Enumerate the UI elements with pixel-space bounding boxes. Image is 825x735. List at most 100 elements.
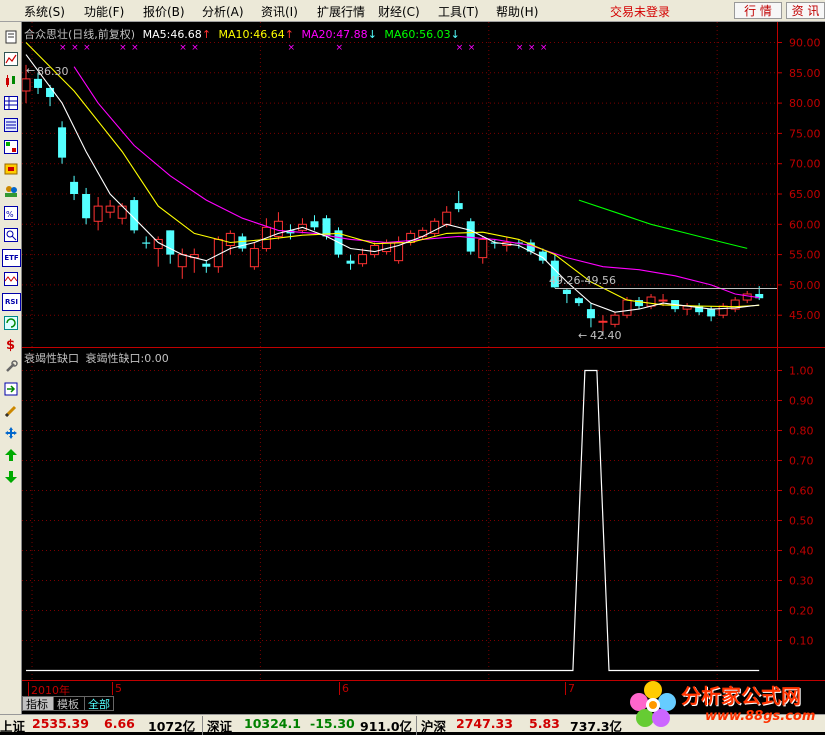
signal-cross-mark: ×	[119, 43, 127, 53]
logo-title: 分析家公式网	[681, 684, 801, 708]
candle-up	[442, 211, 452, 225]
trade-login-status[interactable]: 交易未登录	[610, 3, 670, 20]
candle-up	[358, 254, 368, 265]
ma60-value: MA60:56.03	[384, 28, 451, 41]
hs-index-change: 5.83	[529, 716, 560, 731]
logo-url: www.88gs.com	[705, 709, 816, 724]
candle-up	[598, 320, 608, 323]
hs-index-amount: 737.3亿	[570, 719, 623, 734]
signal-cross-mark: ×	[456, 43, 464, 53]
wave-icon[interactable]	[2, 271, 19, 287]
ma5-arrow-up-icon: ↑	[201, 28, 212, 41]
candle-down	[82, 194, 91, 219]
menu-help[interactable]: 帮助(H)	[496, 3, 538, 20]
left-toolbar: % ETF RSI $	[0, 22, 22, 714]
grid-icon[interactable]	[2, 139, 19, 155]
month-label: 6	[339, 682, 349, 695]
tab-indicator[interactable]: 指标	[22, 696, 54, 711]
candle-down	[574, 298, 583, 304]
refresh-icon[interactable]	[2, 315, 19, 331]
menu-function[interactable]: 功能(F)	[84, 3, 124, 20]
sh-index-amount: 1072亿	[148, 719, 196, 734]
indicator-axis-label: 0.10	[789, 635, 814, 648]
list-icon[interactable]	[2, 117, 19, 133]
menu-quote[interactable]: 报价(B)	[143, 3, 185, 20]
signal-cross-mark: ×	[179, 43, 187, 53]
arrow-up-icon[interactable]	[2, 447, 19, 463]
candle-up	[718, 305, 728, 316]
price-axis-label: 55.00	[789, 249, 821, 262]
signal-cross-mark: ×	[468, 43, 476, 53]
signal-cross-mark: ×	[528, 43, 536, 53]
sz-index-change: -15.30	[310, 716, 355, 731]
zoom-icon[interactable]	[2, 227, 19, 243]
move-icon[interactable]	[2, 425, 19, 441]
candle-up	[370, 245, 380, 256]
price-axis-label: 45.00	[789, 309, 821, 322]
tab-template[interactable]: 模板	[53, 696, 85, 711]
candle-up	[646, 296, 656, 307]
arrow-down-icon[interactable]	[2, 469, 19, 485]
ma5-value: MA5:46.68	[142, 28, 202, 41]
tech-icon[interactable]: %	[2, 205, 19, 221]
indicator-axis-label: 0.60	[789, 485, 814, 498]
rsi-icon[interactable]: RSI	[2, 293, 21, 311]
table-icon[interactable]	[2, 95, 19, 111]
info-mode-button[interactable]: 资 讯	[786, 2, 825, 19]
menu-system[interactable]: 系统(S)	[24, 3, 65, 20]
quote-mode-button[interactable]: 行 情	[734, 2, 782, 19]
candle-chart-icon[interactable]	[2, 73, 19, 89]
menu-analysis[interactable]: 分析(A)	[202, 3, 244, 20]
pencil-icon[interactable]	[2, 403, 19, 419]
candle-down	[46, 87, 55, 98]
high-price-label: 86.30	[37, 65, 69, 78]
high-arrow: ←	[26, 64, 35, 77]
ma20-arrow-down-icon: ↓	[367, 28, 377, 41]
dollar-icon[interactable]: $	[2, 337, 19, 353]
menu-extended-market[interactable]: 扩展行情	[317, 3, 365, 20]
hs-index-value: 2747.33	[456, 716, 513, 731]
hs-index-label: 沪深	[416, 716, 446, 735]
etf-icon[interactable]: ETF	[2, 249, 21, 267]
line-chart-icon[interactable]	[2, 51, 19, 67]
import-icon[interactable]	[2, 381, 19, 397]
indicator-axis-label: 0.40	[789, 545, 814, 558]
sh-index-change: 6.66	[104, 716, 135, 731]
watermark-logo: 分析家公式网 www.88gs.com	[625, 676, 825, 732]
gap-range-label: 49.26-49.56	[549, 274, 616, 287]
sz-index-value: 10324.1	[244, 716, 301, 731]
indicator-axis-label: 0.20	[789, 605, 814, 618]
month-label: 5	[112, 682, 122, 695]
candle-down	[562, 289, 571, 294]
doc-icon[interactable]	[2, 29, 19, 45]
menu-news[interactable]: 资讯(I)	[261, 3, 298, 20]
menu-finance[interactable]: 财经(C)	[378, 3, 420, 20]
month-label: 7	[565, 682, 575, 695]
low-price-label: 42.40	[590, 329, 622, 342]
price-legend: 合众思壮(日线,前复权) MA5:46.68↑ MA10:46.64↑ MA20…	[24, 26, 460, 42]
tools-icon[interactable]	[2, 161, 19, 177]
signal-cross-mark: ×	[540, 43, 548, 53]
price-axis-label: 75.00	[789, 127, 821, 140]
menu-tools[interactable]: 工具(T)	[438, 3, 479, 20]
indicator-axis-label: 0.90	[789, 395, 814, 408]
candle-down	[707, 309, 716, 317]
indicator-axis-label: 1.00	[789, 365, 814, 378]
candle-down	[142, 242, 151, 244]
tab-all[interactable]: 全部	[84, 696, 114, 711]
candle-down	[346, 260, 355, 264]
candle-up	[117, 205, 127, 219]
candle-up	[177, 254, 187, 268]
candle-down	[70, 181, 79, 194]
candle-down	[454, 203, 463, 210]
signal-cross-mark: ×	[71, 43, 79, 53]
ma10-arrow-up-icon: ↑	[284, 28, 294, 41]
wrench-icon[interactable]	[2, 359, 19, 375]
indicator-legend: 衰竭性缺口 衰竭性缺口:0.00	[24, 350, 169, 366]
signal-cross-mark: ×	[131, 43, 139, 53]
ma60-arrow-down-icon: ↓	[450, 28, 460, 41]
indicator-name[interactable]: 衰竭性缺口	[24, 352, 79, 365]
indicator-axis-label: 0.80	[789, 425, 814, 438]
signal-cross-mark: ×	[83, 43, 91, 53]
users-icon[interactable]	[2, 183, 19, 199]
